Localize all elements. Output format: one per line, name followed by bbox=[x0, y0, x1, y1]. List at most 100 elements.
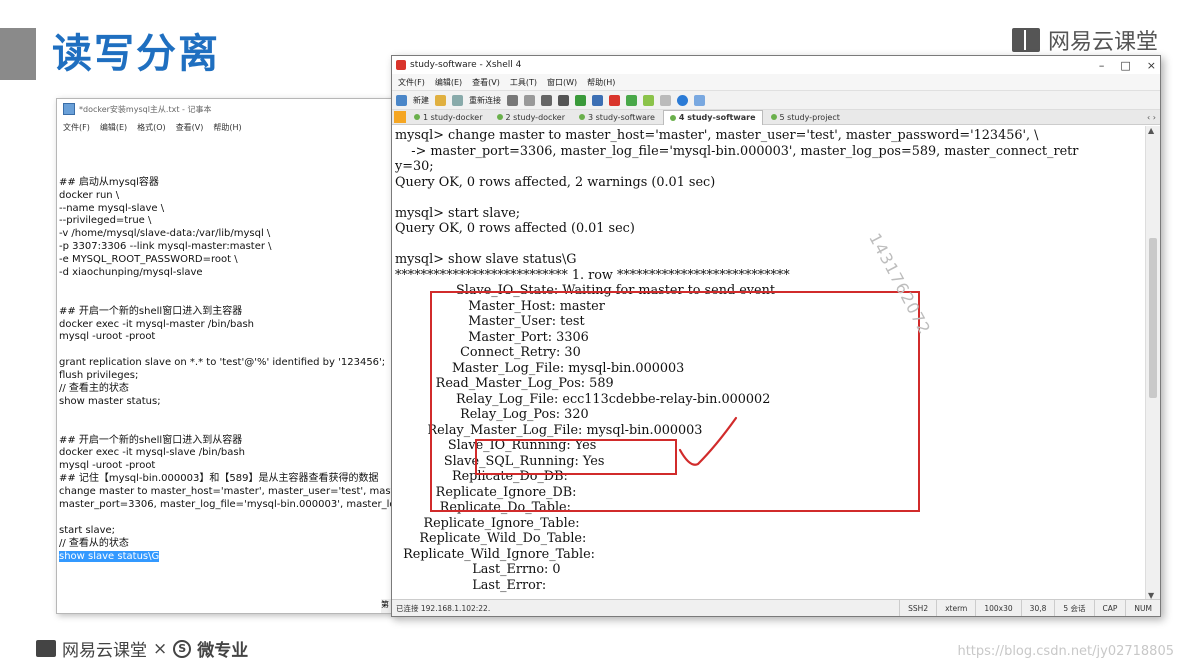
help-icon[interactable] bbox=[677, 94, 688, 106]
status-dot-icon bbox=[770, 114, 777, 120]
notepad-line-text: ## 开启一个新的shell窗口进入到从容器 bbox=[59, 434, 243, 446]
notepad-line bbox=[59, 422, 397, 435]
globe-icon[interactable] bbox=[592, 94, 603, 106]
annotation-box-running bbox=[475, 439, 677, 475]
new-session-label[interactable]: 新建 bbox=[413, 95, 429, 106]
tab-label: 5 study-project bbox=[779, 112, 840, 122]
tab-study-project-5[interactable]: 5 study-project bbox=[765, 110, 846, 124]
status-dot-icon bbox=[414, 114, 420, 120]
notepad-line: change master to master_host='master', m… bbox=[59, 486, 398, 499]
notepad-line bbox=[59, 164, 397, 177]
scroll-thumb[interactable] bbox=[1149, 238, 1157, 398]
notepad-line: grant replication slave on *.* to 'test'… bbox=[59, 357, 397, 370]
copy-icon[interactable] bbox=[507, 94, 518, 106]
menu-view[interactable]: 查看(V) bbox=[472, 77, 500, 88]
layout-icon[interactable] bbox=[643, 94, 654, 106]
color-scheme-icon[interactable] bbox=[575, 94, 586, 106]
tab-study-software-4[interactable]: 4 study-software bbox=[662, 109, 763, 125]
notepad-line-text: change master to master_host='master', m… bbox=[59, 486, 398, 498]
menu-view[interactable]: 查看(V) bbox=[176, 122, 204, 133]
notepad-line-text: docker exec -it mysql-master /bin/bash bbox=[59, 318, 255, 330]
chat-icon[interactable] bbox=[694, 94, 705, 106]
session-manager-icon[interactable] bbox=[394, 111, 406, 123]
cursor-position: 30,8 bbox=[1020, 600, 1055, 616]
notepad-text-area[interactable]: ## 启动从mysql容器 docker run \ --name mysql-sl… bbox=[59, 151, 398, 564]
book-icon bbox=[36, 640, 56, 657]
tab-study-docker-1[interactable]: 1 study-docker bbox=[408, 110, 489, 124]
notepad-line: show slave status\G bbox=[59, 550, 397, 564]
notepad-line: mysql -uroot -proot bbox=[59, 460, 397, 473]
tab-label: 2 study-docker bbox=[505, 112, 566, 122]
paste-icon[interactable] bbox=[524, 94, 535, 106]
xftp-icon[interactable] bbox=[609, 94, 620, 106]
tab-label: 3 study-software bbox=[588, 112, 655, 122]
notepad-titlebar: *docker安装mysql主从.txt - 记事本 bbox=[57, 99, 397, 119]
tab-study-software-3[interactable]: 3 study-software bbox=[573, 110, 661, 124]
menu-edit[interactable]: 编辑(E) bbox=[100, 122, 127, 133]
brand-logo-top: 网易云课堂 bbox=[1011, 22, 1158, 58]
notepad-line: -d xiaochunping/mysql-slave bbox=[59, 267, 397, 280]
notepad-line: -p 3307:3306 --link mysql-master:master … bbox=[59, 241, 397, 254]
slide-title: 读写分离 bbox=[52, 31, 220, 77]
find-icon[interactable] bbox=[541, 94, 552, 106]
print-icon[interactable] bbox=[558, 94, 569, 106]
notepad-line: flush privileges; bbox=[59, 370, 397, 383]
tab-scroll-arrows[interactable]: ‹ › bbox=[1147, 113, 1160, 122]
status-dot-icon bbox=[579, 114, 585, 120]
xshell-statusbar: 已连接 192.168.1.102:22. SSH2 xterm 100x30 … bbox=[392, 599, 1160, 616]
notepad-line: -e MYSQL_ROOT_PASSWORD=root \ bbox=[59, 254, 397, 267]
xshell-titlebar: study-software - Xshell 4 – □ × bbox=[392, 56, 1160, 74]
notepad-line-text: flush privileges; bbox=[59, 370, 139, 382]
notepad-line: start slave; bbox=[59, 525, 397, 538]
xshell-menubar: 文件(F) 编辑(E) 查看(V) 工具(T) 窗口(W) 帮助(H) bbox=[392, 74, 1160, 91]
disconnect-icon[interactable] bbox=[452, 94, 463, 106]
menu-format[interactable]: 格式(O) bbox=[137, 122, 166, 133]
protocol-status: SSH2 bbox=[899, 600, 936, 616]
notepad-line: docker exec -it mysql-slave /bin/bash bbox=[59, 447, 397, 460]
session-count: 5 会话 bbox=[1054, 600, 1093, 616]
caps-indicator: CAP bbox=[1093, 600, 1126, 616]
menu-edit[interactable]: 编辑(E) bbox=[435, 77, 462, 88]
maximize-icon[interactable]: □ bbox=[1120, 59, 1130, 72]
menu-file[interactable]: 文件(F) bbox=[398, 77, 425, 88]
session-tabbar: 1 study-docker 2 study-docker 3 study-so… bbox=[392, 109, 1160, 125]
notepad-line: -v /home/mysql/slave-data:/var/lib/mysql… bbox=[59, 228, 397, 241]
menu-window[interactable]: 窗口(W) bbox=[547, 77, 577, 88]
xshell-app-icon bbox=[396, 60, 406, 70]
notepad-line-text: docker exec -it mysql-slave /bin/bash bbox=[59, 447, 245, 459]
notepad-line-text: -v /home/mysql/slave-data:/var/lib/mysql… bbox=[59, 228, 271, 240]
notepad-line-text: ## 启动从mysql容器 bbox=[59, 176, 159, 188]
brand-times: × bbox=[153, 638, 168, 659]
new-session-icon[interactable] bbox=[396, 94, 407, 106]
tab-study-docker-2[interactable]: 2 study-docker bbox=[491, 110, 572, 124]
lock-icon[interactable] bbox=[660, 94, 671, 106]
close-icon[interactable]: × bbox=[1147, 59, 1156, 72]
scroll-up-icon[interactable]: ▲ bbox=[1148, 126, 1154, 135]
notepad-line bbox=[59, 409, 397, 422]
notepad-line bbox=[59, 512, 397, 525]
notepad-line-text: -p 3307:3306 --link mysql-master:master … bbox=[59, 241, 272, 253]
tab-label: 4 study-software bbox=[678, 113, 756, 122]
notepad-line-text: show slave status\G bbox=[59, 550, 160, 562]
menu-help[interactable]: 帮助(H) bbox=[213, 122, 241, 133]
menu-help[interactable]: 帮助(H) bbox=[587, 77, 615, 88]
notepad-line bbox=[59, 280, 397, 293]
terminal-type: xterm bbox=[936, 600, 975, 616]
menu-tools[interactable]: 工具(T) bbox=[510, 77, 537, 88]
notepad-line: docker exec -it mysql-master /bin/bash bbox=[59, 318, 397, 332]
notepad-line-text: docker run \ bbox=[59, 189, 120, 201]
notepad-line: // 查看从的状态 bbox=[59, 538, 397, 551]
menu-file[interactable]: 文件(F) bbox=[63, 122, 90, 133]
notepad-line bbox=[59, 151, 397, 164]
notepad-line: ## 记住【mysql-bin.000003】和【589】是从主容器查看获得的数… bbox=[59, 473, 397, 486]
notepad-menubar: 文件(F) 编辑(E) 格式(O) 查看(V) 帮助(H) bbox=[57, 119, 397, 135]
notepad-line: show master status; bbox=[59, 396, 397, 409]
reconnect-label[interactable]: 重新连接 bbox=[469, 95, 501, 106]
notepad-line: ## 启动从mysql容器 bbox=[59, 176, 397, 190]
brand-name: 网易云课堂 bbox=[1047, 30, 1158, 55]
script-icon[interactable] bbox=[626, 94, 637, 106]
open-folder-icon[interactable] bbox=[435, 94, 446, 106]
notepad-line-text: mysql -uroot -proot bbox=[59, 331, 156, 343]
terminal-scrollbar[interactable]: ▲ ▼ bbox=[1145, 126, 1160, 600]
minimize-icon[interactable]: – bbox=[1099, 59, 1105, 72]
